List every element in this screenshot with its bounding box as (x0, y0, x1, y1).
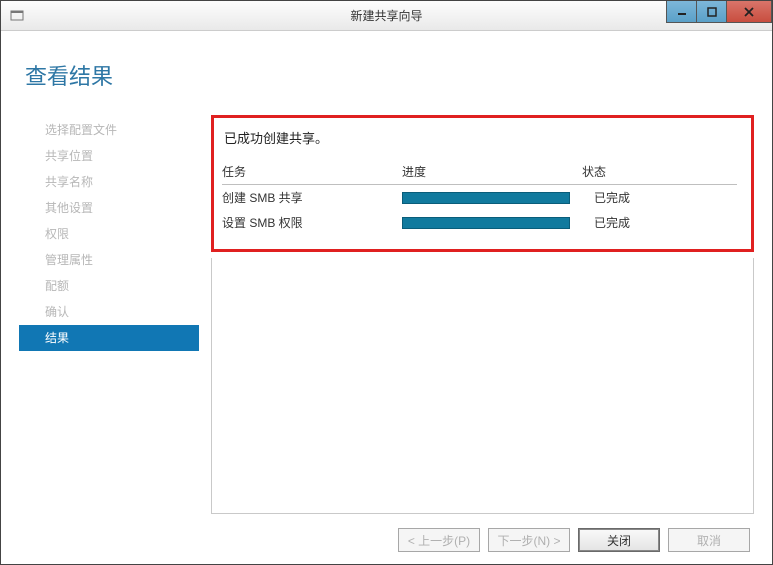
next-button: 下一步(N) > (488, 528, 570, 552)
results-empty-area (211, 258, 754, 514)
sidebar-item-share-location: 共享位置 (19, 143, 199, 169)
col-header-task: 任务 (222, 163, 402, 180)
sidebar-item-share-name: 共享名称 (19, 169, 199, 195)
wizard-buttons: < 上一步(P) 下一步(N) > 关闭 取消 (398, 528, 750, 552)
sidebar-item-other-settings: 其他设置 (19, 195, 199, 221)
close-button[interactable]: 关闭 (578, 528, 660, 552)
main-pane: 已成功创建共享。 任务 进度 状态 创建 SMB 共享 已完成 设置 SMB 权… (211, 115, 754, 502)
window-title: 新建共享向导 (1, 7, 772, 24)
wizard-sidebar: 选择配置文件 共享位置 共享名称 其他设置 权限 管理属性 配额 确认 结果 (19, 115, 199, 502)
maximize-button[interactable] (696, 1, 726, 23)
progress-bar (402, 217, 570, 229)
table-row: 设置 SMB 权限 已完成 (222, 210, 737, 235)
titlebar: 新建共享向导 (1, 1, 772, 31)
sidebar-item-quota: 配额 (19, 273, 199, 299)
sidebar-item-permissions: 权限 (19, 221, 199, 247)
previous-button: < 上一步(P) (398, 528, 480, 552)
task-table-header: 任务 进度 状态 (222, 161, 737, 185)
progress-bar (402, 192, 570, 204)
cancel-button: 取消 (668, 528, 750, 552)
page-title: 查看结果 (25, 59, 754, 91)
task-status: 已完成 (582, 214, 737, 231)
results-highlight: 已成功创建共享。 任务 进度 状态 创建 SMB 共享 已完成 设置 SMB 权… (211, 115, 754, 252)
app-icon (9, 8, 25, 24)
task-name: 设置 SMB 权限 (222, 214, 402, 231)
sidebar-item-confirm: 确认 (19, 299, 199, 325)
sidebar-item-results[interactable]: 结果 (19, 325, 199, 351)
close-window-button[interactable] (726, 1, 772, 23)
sidebar-item-select-profile: 选择配置文件 (19, 117, 199, 143)
window-controls (666, 1, 772, 23)
col-header-progress: 进度 (402, 163, 582, 180)
task-status: 已完成 (582, 189, 737, 206)
table-row: 创建 SMB 共享 已完成 (222, 185, 737, 210)
minimize-button[interactable] (666, 1, 696, 23)
result-message: 已成功创建共享。 (224, 128, 737, 147)
sidebar-item-management-props: 管理属性 (19, 247, 199, 273)
wizard-content: 查看结果 选择配置文件 共享位置 共享名称 其他设置 权限 管理属性 配额 确认… (1, 31, 772, 564)
task-name: 创建 SMB 共享 (222, 189, 402, 206)
col-header-status: 状态 (582, 163, 737, 180)
